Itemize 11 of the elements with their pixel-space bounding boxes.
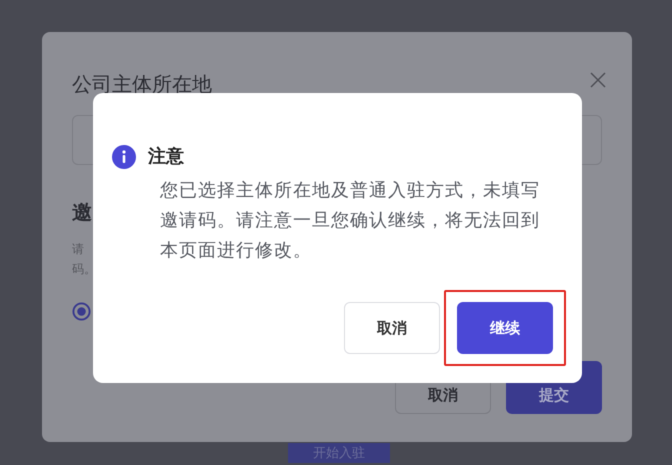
modal-title: 公司主体所在地 [72, 71, 212, 98]
info-icon [112, 145, 136, 169]
hint-text: 码。 [72, 261, 96, 278]
hint-text: 请 [72, 241, 84, 258]
dialog-title: 注意 [148, 145, 184, 169]
section-heading: 邀 [72, 199, 92, 226]
close-icon[interactable] [590, 72, 606, 88]
cancel-button[interactable]: 取消 [344, 302, 440, 354]
dialog-message: 您已选择主体所在地及普通入驻方式，未填写邀请码。请注意一旦您确认继续，将无法回到本页面进行修改。 [160, 179, 541, 263]
continue-button[interactable]: 继续 [457, 302, 553, 354]
radio-button[interactable] [72, 302, 91, 321]
